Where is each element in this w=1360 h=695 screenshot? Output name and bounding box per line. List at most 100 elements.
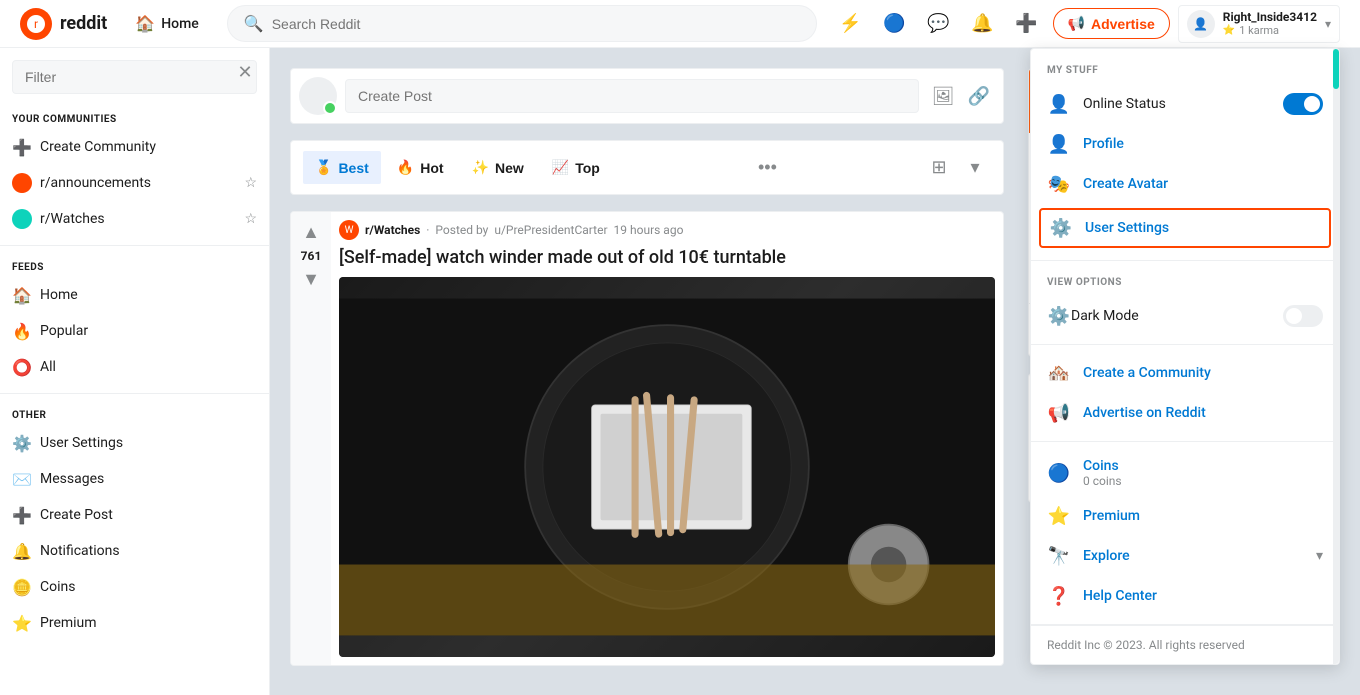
dropdown-create-avatar[interactable]: 🎭 Create Avatar xyxy=(1031,164,1339,204)
dropdown-community-section: 🏘️ Create a Community 📢 Advertise on Red… xyxy=(1031,345,1339,442)
create-post-icon: ➕ xyxy=(12,505,32,525)
search-input[interactable] xyxy=(272,16,800,32)
coins-dropdown-label: Coins xyxy=(1083,458,1323,474)
sort-hot-button[interactable]: 🔥 Hot xyxy=(385,151,456,184)
sort-top-button[interactable]: 📈 Top xyxy=(540,151,612,184)
user-menu[interactable]: 👤 Right_Inside3412 ⭐ 1 karma ▾ xyxy=(1178,5,1340,43)
dropdown-explore[interactable]: 🔭 Explore ▾ xyxy=(1031,536,1339,576)
coins-sidebar-icon: 🪙 xyxy=(12,577,32,597)
post-subreddit[interactable]: r/Watches xyxy=(365,223,420,237)
dropdown-user-settings[interactable]: ⚙️ User Settings xyxy=(1039,208,1331,248)
coins-dropdown-icon: 🔵 xyxy=(1047,461,1071,485)
coins-icon-button[interactable]: 🔵 xyxy=(877,6,913,42)
dark-mode-icon: ⚙️ xyxy=(1047,304,1071,328)
advertise-icon: 📢 xyxy=(1068,15,1085,32)
dropdown-coins[interactable]: 🔵 Coins 0 coins xyxy=(1031,450,1339,496)
sidebar-item-announcements[interactable]: r/announcements ☆ xyxy=(0,165,269,201)
dropdown-profile[interactable]: 👤 Profile xyxy=(1031,124,1339,164)
filter-input[interactable] xyxy=(12,60,257,94)
karma-star-icon: ⭐ xyxy=(1223,25,1235,36)
post-image-inner xyxy=(339,277,995,657)
search-bar[interactable]: 🔍 xyxy=(227,5,817,42)
help-icon: ❓ xyxy=(1047,584,1071,608)
post-author[interactable]: u/PrePresidentCarter xyxy=(494,223,607,237)
reddit-logo[interactable]: r reddit xyxy=(20,8,107,40)
online-status-label: Online Status xyxy=(1083,96,1271,112)
home-nav-button[interactable]: 🏠 Home xyxy=(123,8,211,39)
dropdown-premium[interactable]: ⭐ Premium xyxy=(1031,496,1339,536)
post-posted-by: Posted by xyxy=(435,223,488,237)
create-post-bar: 🖼 🔗 xyxy=(290,68,1004,124)
create-post-input[interactable] xyxy=(345,79,919,113)
sort-best-button[interactable]: 🏅 Best xyxy=(303,151,381,184)
dropdown-coins-section: 🔵 Coins 0 coins ⭐ Premium 🔭 Explore ▾ ❓ xyxy=(1031,442,1339,625)
sidebar-item-all[interactable]: ⭕ All xyxy=(0,349,269,385)
dropdown-help[interactable]: ❓ Help Center xyxy=(1031,576,1339,616)
sidebar-item-messages[interactable]: ✉️ Messages xyxy=(0,461,269,497)
home-label: Home xyxy=(40,287,78,303)
downvote-button[interactable]: ▼ xyxy=(300,267,322,292)
sidebar-close-button[interactable]: ✕ xyxy=(231,58,259,86)
sidebar-item-create-post[interactable]: ➕ Create Post xyxy=(0,497,269,533)
upvote-button[interactable]: ▲ xyxy=(300,220,322,245)
image-upload-button[interactable]: 🖼 xyxy=(927,80,959,112)
post-separator: · xyxy=(426,223,429,237)
profile-icon: 👤 xyxy=(1047,132,1071,156)
online-status-toggle[interactable] xyxy=(1283,93,1323,115)
sidebar-item-notifications[interactable]: 🔔 Notifications xyxy=(0,533,269,569)
home-sidebar-icon: 🏠 xyxy=(12,285,32,305)
sidebar-item-home[interactable]: 🏠 Home xyxy=(0,277,269,313)
create-avatar-label: Create Avatar xyxy=(1083,176,1323,192)
feeds-section-title: FEEDS xyxy=(12,262,257,273)
sidebar-item-coins[interactable]: 🪙 Coins xyxy=(0,569,269,605)
sort-more-button[interactable]: ••• xyxy=(751,152,783,184)
new-icon: ✨ xyxy=(472,159,489,176)
sort-new-button[interactable]: ✨ New xyxy=(460,151,536,184)
dropdown-footer-text: Reddit Inc © 2023. All rights reserved xyxy=(1047,638,1323,652)
trending-icon-button[interactable]: ⚡ xyxy=(833,6,869,42)
coins-count: 0 coins xyxy=(1083,474,1323,488)
view-compact-button[interactable]: ▾ xyxy=(959,152,991,184)
user-dropdown: My Stuff 👤 Online Status 👤 Profile 🎭 Cre… xyxy=(1030,48,1340,665)
subreddit-icon-letter: W xyxy=(345,225,354,236)
explore-icon: 🔭 xyxy=(1047,544,1071,568)
sidebar-item-user-settings[interactable]: ⚙️ User Settings xyxy=(0,425,269,461)
view-card-button[interactable]: ⊞ xyxy=(923,152,955,184)
sidebar-item-premium[interactable]: ⭐ Premium xyxy=(0,605,269,641)
nav-icons: ⚡ 🔵 💬 🔔 ➕ 📢 Advertise 👤 Right_Inside3412… xyxy=(833,5,1340,43)
star-icon-watches: ☆ xyxy=(244,211,257,227)
post-image xyxy=(339,277,995,657)
dropdown-scrollbar[interactable] xyxy=(1333,49,1339,664)
all-label: All xyxy=(40,359,56,375)
dropdown-advertise[interactable]: 📢 Advertise on Reddit xyxy=(1031,393,1339,433)
create-community-dropdown-label: Create a Community xyxy=(1083,365,1323,381)
logo-text: reddit xyxy=(60,13,107,34)
dark-mode-toggle[interactable] xyxy=(1283,305,1323,327)
chat-icon-button[interactable]: 💬 xyxy=(921,6,957,42)
watches-icon xyxy=(12,209,32,229)
create-community-item[interactable]: ➕ Create Community xyxy=(0,129,269,165)
notifications-icon-button[interactable]: 🔔 xyxy=(965,6,1001,42)
dropdown-online-status[interactable]: 👤 Online Status xyxy=(1031,84,1339,124)
explore-chevron-icon: ▾ xyxy=(1316,548,1323,564)
coins-info: Coins 0 coins xyxy=(1083,458,1323,488)
other-section: OTHER xyxy=(0,402,269,425)
user-settings-icon: ⚙️ xyxy=(12,433,32,453)
sidebar-item-popular[interactable]: 🔥 Popular xyxy=(0,313,269,349)
dropdown-mystuff-section: My Stuff 👤 Online Status 👤 Profile 🎭 Cre… xyxy=(1031,49,1339,261)
svg-text:r: r xyxy=(34,17,38,31)
communities-section: YOUR COMMUNITIES xyxy=(0,106,269,129)
add-icon-button[interactable]: ➕ xyxy=(1009,6,1045,42)
post-card[interactable]: ▲ 761 ▼ W r/Watches · Posted by u/PrePre… xyxy=(290,211,1004,666)
user-info: Right_Inside3412 ⭐ 1 karma xyxy=(1223,10,1317,37)
hot-icon: 🔥 xyxy=(397,159,414,176)
scrollbar-thumb xyxy=(1333,49,1339,89)
sidebar-item-watches[interactable]: r/Watches ☆ xyxy=(0,201,269,237)
dropdown-dark-mode[interactable]: ⚙️ Dark Mode xyxy=(1031,296,1339,336)
advertise-button[interactable]: 📢 Advertise xyxy=(1053,8,1170,39)
home-icon: 🏠 xyxy=(135,14,155,33)
dropdown-create-community[interactable]: 🏘️ Create a Community xyxy=(1031,353,1339,393)
user-avatar: 👤 xyxy=(1187,10,1215,38)
link-button[interactable]: 🔗 xyxy=(963,80,995,112)
username: Right_Inside3412 xyxy=(1223,10,1317,24)
